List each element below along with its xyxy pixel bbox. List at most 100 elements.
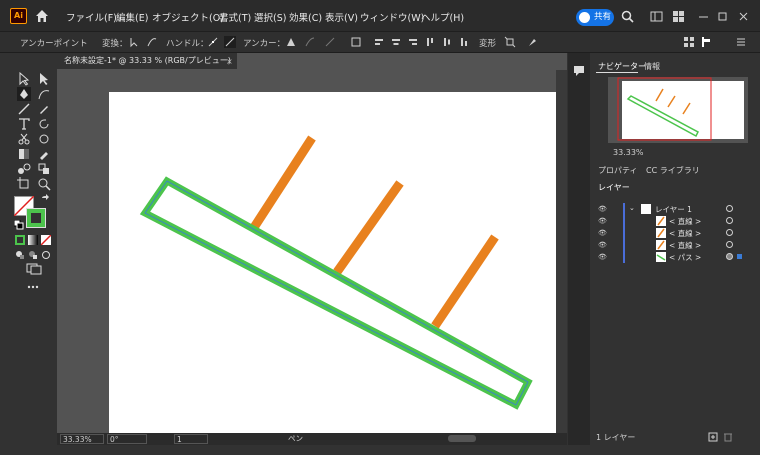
hide-handles-icon[interactable] <box>224 36 236 48</box>
menu-object[interactable]: オブジェクト(O) <box>152 10 224 24</box>
eyedropper-tool-icon[interactable] <box>37 147 51 161</box>
close-tab-icon[interactable]: × <box>226 57 233 66</box>
layer-row-line-2[interactable]: 👁 < 直線 > <box>592 227 748 239</box>
tab-navigator[interactable]: ナビゲーター <box>598 61 646 72</box>
layer-row-layer-1[interactable]: 👁 ⌄ レイヤー 1 <box>592 203 748 215</box>
horizontal-scroll-thumb[interactable] <box>448 435 476 442</box>
orange-line-2[interactable] <box>333 180 404 275</box>
expand-chevron-icon[interactable]: ⌄ <box>629 204 635 212</box>
zoom-tool-icon[interactable] <box>37 177 51 191</box>
tab-layers[interactable]: レイヤー <box>598 182 630 193</box>
align-right-icon[interactable] <box>407 36 419 48</box>
rotation-field[interactable]: 0° <box>107 434 147 444</box>
cut-path-icon[interactable] <box>324 36 336 48</box>
blend-tool-icon[interactable] <box>17 162 31 176</box>
panel-menu-icon[interactable] <box>735 36 747 48</box>
color-mode-icon[interactable] <box>15 235 25 245</box>
orange-line-3[interactable] <box>431 234 499 329</box>
arrange-documents-icon[interactable] <box>683 36 695 48</box>
close-icon[interactable] <box>737 10 750 23</box>
search-icon[interactable] <box>621 10 634 23</box>
gradient-tool-icon[interactable] <box>17 147 31 161</box>
shape-builder-icon[interactable] <box>37 162 51 176</box>
visibility-eye-icon[interactable]: 👁 <box>598 241 607 249</box>
navigator-zoom[interactable]: 33.33% <box>613 148 644 157</box>
menu-window[interactable]: ウィンドウ(W) <box>360 10 424 24</box>
tab-cc-libraries[interactable]: CC ライブラリ <box>646 165 700 176</box>
workspace-icon[interactable] <box>650 10 663 23</box>
curvature-tool-icon[interactable] <box>37 87 51 101</box>
default-colors-icon[interactable] <box>14 220 24 230</box>
menu-effect[interactable]: 効果(C) <box>289 10 322 24</box>
new-layer-icon[interactable] <box>708 432 718 442</box>
menu-type[interactable]: 書式(T) <box>219 10 251 24</box>
artwork[interactable] <box>109 92 556 434</box>
document-tab[interactable]: 名称未設定-1* @ 33.33 % (RGB/プレビュー) <box>57 53 237 69</box>
navigator-preview[interactable] <box>608 77 748 143</box>
type-tool-icon[interactable] <box>17 117 31 131</box>
pin-icon[interactable] <box>700 36 712 48</box>
visibility-eye-icon[interactable]: 👁 <box>598 205 607 213</box>
pen-tool-icon[interactable] <box>17 87 31 101</box>
pen-options-icon[interactable] <box>527 36 539 48</box>
menu-help[interactable]: ヘルプ(H) <box>421 10 464 24</box>
minimize-icon[interactable] <box>697 10 710 23</box>
visibility-eye-icon[interactable]: 👁 <box>598 253 607 261</box>
line-tool-icon[interactable] <box>17 102 31 116</box>
align-bottom-icon[interactable] <box>458 36 470 48</box>
convert-corner-icon[interactable] <box>128 36 140 48</box>
align-top-icon[interactable] <box>424 36 436 48</box>
gradient-mode-icon[interactable] <box>28 235 38 245</box>
layer-row-path[interactable]: 👁 < パス > <box>592 251 748 263</box>
visibility-eye-icon[interactable]: 👁 <box>598 229 607 237</box>
stroke-swatch[interactable] <box>26 208 46 228</box>
maximize-icon[interactable] <box>716 10 729 23</box>
convert-smooth-icon[interactable] <box>146 36 158 48</box>
artboard-tool-icon[interactable] <box>17 177 31 191</box>
draw-behind-icon[interactable] <box>28 250 38 260</box>
tab-properties[interactable]: プロパティ <box>598 165 638 176</box>
target-icon[interactable] <box>726 217 733 224</box>
transform-label[interactable]: 変形 <box>479 37 496 49</box>
swap-colors-icon[interactable] <box>40 194 50 204</box>
direct-selection-tool-icon[interactable] <box>37 72 51 86</box>
none-mode-icon[interactable] <box>41 235 51 245</box>
rotate-tool-icon[interactable] <box>37 117 51 131</box>
isolate-group-icon[interactable] <box>504 36 516 48</box>
align-center-icon[interactable] <box>390 36 402 48</box>
pencil-tool-icon[interactable] <box>37 102 51 116</box>
artboard-number-field[interactable]: 1 <box>174 434 208 444</box>
warp-tool-icon[interactable] <box>37 132 51 146</box>
target-icon[interactable] <box>726 241 733 248</box>
selection-tool-icon[interactable] <box>17 72 31 86</box>
orange-line-1[interactable] <box>249 135 316 232</box>
isolate-icon[interactable] <box>350 36 362 48</box>
layer-row-line-3[interactable]: 👁 < 直線 > <box>592 239 748 251</box>
menu-file[interactable]: ファイル(F) <box>66 10 117 24</box>
scissors-tool-icon[interactable] <box>17 132 31 146</box>
more-tools-icon[interactable] <box>27 284 39 290</box>
show-handles-icon[interactable] <box>207 36 219 48</box>
screen-mode-icon[interactable] <box>26 263 42 275</box>
tab-info[interactable]: 情報 <box>644 61 660 72</box>
scroll-thumb[interactable] <box>558 70 565 100</box>
comment-icon[interactable] <box>573 65 585 76</box>
green-path[interactable] <box>139 176 533 410</box>
target-icon[interactable] <box>726 229 733 236</box>
target-icon[interactable] <box>726 205 733 212</box>
remove-anchor-icon[interactable] <box>285 36 297 48</box>
draw-inside-icon[interactable] <box>41 250 51 260</box>
selection-indicator[interactable] <box>737 254 742 259</box>
delete-layer-icon[interactable] <box>723 432 733 442</box>
target-icon[interactable] <box>726 253 733 260</box>
connect-anchor-icon[interactable] <box>304 36 316 48</box>
layer-row-line-1[interactable]: 👁 < 直線 > <box>592 215 748 227</box>
menu-view[interactable]: 表示(V) <box>325 10 358 24</box>
menu-edit[interactable]: 編集(E) <box>116 10 148 24</box>
zoom-field[interactable]: 33.33% <box>60 434 104 444</box>
align-left-icon[interactable] <box>373 36 385 48</box>
vertical-scrollbar[interactable] <box>556 70 567 433</box>
visibility-eye-icon[interactable]: 👁 <box>598 217 607 225</box>
menu-select[interactable]: 選択(S) <box>254 10 286 24</box>
align-middle-icon[interactable] <box>441 36 453 48</box>
